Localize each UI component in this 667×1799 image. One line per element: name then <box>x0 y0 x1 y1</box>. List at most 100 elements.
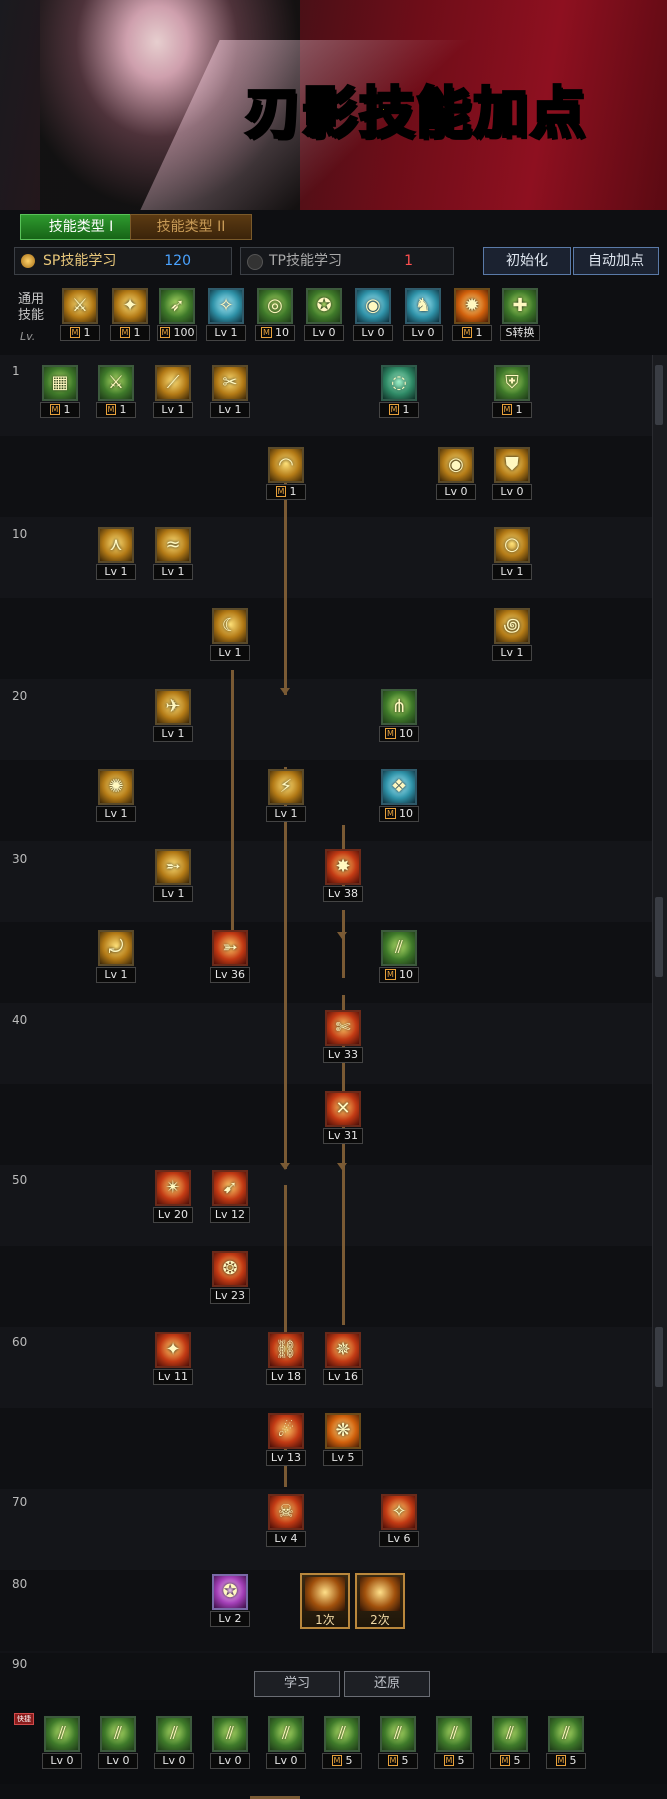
tp-radio-icon[interactable] <box>247 254 263 270</box>
flip-icon: ⤾ <box>98 930 134 966</box>
skill-slot[interactable]: ⋔ M 10 <box>379 689 419 742</box>
quick-slot[interactable]: ⫽ M 5 <box>546 1716 586 1769</box>
skill-slot[interactable]: ✄ Lv 33 <box>323 1010 363 1063</box>
auto-assign-button[interactable]: 自动加点 <box>573 247 659 275</box>
skill-slot[interactable]: ⤾ Lv 1 <box>96 930 136 983</box>
common-skill-slot[interactable]: ✦ M 1 <box>110 288 150 341</box>
common-skill-slot[interactable]: ✧ Lv 1 <box>206 288 246 341</box>
common-skill-slot[interactable]: ♞ Lv 0 <box>403 288 443 341</box>
skill-slot[interactable]: ❖ M 10 <box>379 769 419 822</box>
quick-slot[interactable]: ⫽ Lv 0 <box>266 1716 306 1769</box>
skill-slot[interactable]: ▦ M 1 <box>40 365 80 418</box>
skill-slot[interactable]: ✵ Lv 16 <box>323 1332 363 1385</box>
skill-slot[interactable]: ✦ Lv 11 <box>153 1332 193 1385</box>
skill-slot[interactable]: ✺ Lv 1 <box>96 769 136 822</box>
skill-slot[interactable]: ⛊ Lv 0 <box>492 447 532 500</box>
quick-slot[interactable]: ⫽ Lv 0 <box>154 1716 194 1769</box>
spin-icon: ✺ <box>98 769 134 805</box>
skill-slot[interactable]: ◉ Lv 0 <box>436 447 476 500</box>
skill-slot[interactable]: ○ Lv 1 <box>492 527 532 580</box>
blades-icon: ⫽ <box>436 1716 472 1752</box>
skill-slot[interactable]: ⫽ M 10 <box>379 930 419 983</box>
rend-icon: ✄ <box>325 1010 361 1046</box>
connector-arrow-icon <box>337 1163 347 1170</box>
scrollbar-thumb[interactable] <box>655 365 663 425</box>
skill-slot[interactable]: ⛓ Lv 18 <box>266 1332 306 1385</box>
flash-icon: ❖ <box>381 769 417 805</box>
eye-icon: ◉ <box>438 447 474 483</box>
skill-slot[interactable]: ⚡ Lv 1 <box>266 769 306 822</box>
reset-button[interactable]: 初始化 <box>483 247 571 275</box>
skill-level: M5 <box>434 1753 474 1769</box>
quick-slot-bar: ⫽ Lv 0 ⫽ Lv 0 ⫽ Lv 0 ⫽ Lv 0 ⫽ Lv 0 ⫽ M 5 ⫽ M 5 ⫽ M 5 ⫽ M 5 ⫽ M 5 <box>0 1700 667 1784</box>
skill-level: M 10 <box>379 726 419 742</box>
quick-slot[interactable]: ⫽ Lv 0 <box>42 1716 82 1769</box>
common-skill-slot[interactable]: ✪ Lv 0 <box>304 288 344 341</box>
arc-icon: ◠ <box>268 447 304 483</box>
awakening-1-slot[interactable]: 1次 <box>300 1573 350 1629</box>
skill-slot[interactable]: ☠ Lv 4 <box>266 1494 306 1547</box>
skill-slot[interactable]: ⛨ M 1 <box>492 365 532 418</box>
skill-slot[interactable]: ≈ Lv 1 <box>153 527 193 580</box>
scrollbar[interactable] <box>652 767 667 1217</box>
tab-skill-type-2[interactable]: 技能类型 II <box>130 214 252 240</box>
skill-slot[interactable]: ✪ Lv 2 <box>210 1574 250 1627</box>
master-badge-icon: M <box>385 969 396 980</box>
tab-skill-type-1[interactable]: 技能类型 I <box>20 214 142 240</box>
skill-level: Lv 0 <box>492 484 532 500</box>
common-skill-slot[interactable]: ➶ M 100 <box>157 288 197 341</box>
common-skill-slot[interactable]: ◎ M 10 <box>255 288 295 341</box>
skill-slot[interactable]: ➳ Lv 36 <box>210 930 250 983</box>
skill-slot[interactable]: ❂ Lv 23 <box>210 1251 250 1304</box>
skill-slot[interactable]: ☄ Lv 13 <box>266 1413 306 1466</box>
skill-slot[interactable]: ⟋ Lv 1 <box>153 365 193 418</box>
skill-slot[interactable]: ✕ Lv 31 <box>323 1091 363 1144</box>
quick-slot[interactable]: ⫽ M 5 <box>434 1716 474 1769</box>
skill-slot[interactable]: ✧ Lv 6 <box>379 1494 419 1547</box>
skill-slot[interactable]: ⋏ Lv 1 <box>96 527 136 580</box>
skill-slot[interactable]: ☾ Lv 1 <box>210 608 250 661</box>
skill-slot[interactable]: ✂ Lv 1 <box>210 365 250 418</box>
meteor-icon: ☄ <box>268 1413 304 1449</box>
master-badge-icon: M <box>555 1755 567 1766</box>
quick-slot[interactable]: ⫽ Lv 0 <box>210 1716 250 1769</box>
sp-radio-icon[interactable] <box>21 254 35 268</box>
skill-slot[interactable]: ✈ Lv 1 <box>153 689 193 742</box>
blade-icon: ⟋ <box>155 365 191 401</box>
skill-slot[interactable]: ➹ Lv 12 <box>210 1170 250 1223</box>
common-skills-label: 通用技能 <box>18 292 45 323</box>
common-skill-slot[interactable]: ⚔ M 1 <box>60 288 100 341</box>
skill-slot[interactable]: ✴ Lv 20 <box>153 1170 193 1223</box>
skill-slot[interactable]: ⚔ M 1 <box>96 365 136 418</box>
quick-slot[interactable]: ⫽ M 5 <box>378 1716 418 1769</box>
awakening-2-slot[interactable]: 2次 <box>355 1573 405 1629</box>
storm-icon: ✴ <box>155 1170 191 1206</box>
skill-slot[interactable]: ꩜ Lv 1 <box>492 608 532 661</box>
rush-icon: ➳ <box>212 930 248 966</box>
skill-slot[interactable]: ◌ M 1 <box>379 365 419 418</box>
scrollbar-thumb[interactable] <box>655 1327 663 1387</box>
scrollbar[interactable] <box>652 1217 667 1653</box>
awaken-icon: ✪ <box>212 1574 248 1610</box>
skill-level: Lv 1 <box>96 564 136 580</box>
skill-slot[interactable]: ❋ Lv 5 <box>323 1413 363 1466</box>
learn-button[interactable]: 学习 <box>254 1671 340 1697</box>
common-skill-slot[interactable]: ✹ M 1 <box>452 288 492 341</box>
tp-learn-bar[interactable]: TP技能学习 1 <box>240 247 454 275</box>
sp-learn-bar[interactable]: SP技能学习 120 <box>14 247 232 275</box>
common-skill-slot[interactable]: ✚ S转换 <box>500 288 540 341</box>
skill-slot[interactable]: ◠ M 1 <box>266 447 306 500</box>
level-marker: 70 <box>12 1495 28 1509</box>
skill-slot[interactable]: ➵ Lv 1 <box>153 849 193 902</box>
blast-icon: ✸ <box>325 849 361 885</box>
quick-slot[interactable]: ⫽ M 5 <box>322 1716 362 1769</box>
common-skill-slot[interactable]: ◉ Lv 0 <box>353 288 393 341</box>
scrollbar-thumb[interactable] <box>655 897 663 977</box>
skill-slot[interactable]: ✸ Lv 38 <box>323 849 363 902</box>
skill-level: Lv 1 <box>210 645 250 661</box>
restore-button[interactable]: 还原 <box>344 1671 430 1697</box>
skill-connector <box>231 670 234 952</box>
quick-slot[interactable]: ⫽ Lv 0 <box>98 1716 138 1769</box>
quick-slot[interactable]: ⫽ M 5 <box>490 1716 530 1769</box>
reaper-icon: ☠ <box>268 1494 304 1530</box>
